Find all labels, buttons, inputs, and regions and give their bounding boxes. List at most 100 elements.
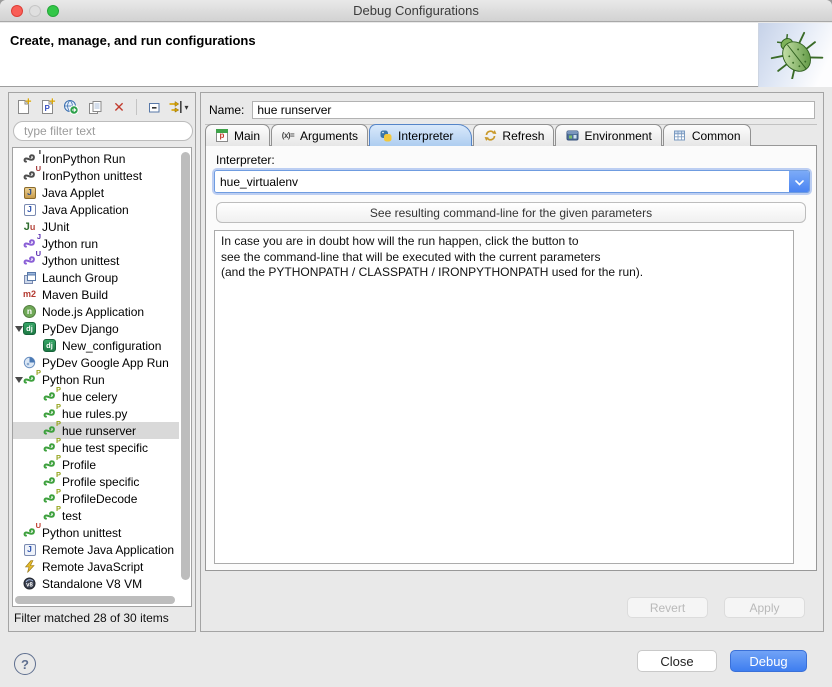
- toolbar-new-prototype-button[interactable]: P+: [37, 97, 57, 117]
- tree-item-label: test: [62, 509, 81, 523]
- revert-button[interactable]: Revert: [627, 597, 708, 618]
- tree-item-label: hue test specific: [62, 441, 148, 455]
- tree-item-label: IronPython Run: [42, 152, 125, 166]
- tree-item-remote-javascript[interactable]: Remote JavaScript: [13, 558, 179, 575]
- jython-run-icon: J: [22, 236, 37, 251]
- interpreter-combo-input[interactable]: [215, 171, 789, 192]
- tree-item-new-configuration[interactable]: djNew_configuration: [13, 337, 179, 354]
- tree-item-label: Profile: [62, 458, 96, 472]
- tree-item-profiledecode[interactable]: P ProfileDecode: [13, 490, 179, 507]
- tree-item-node-js-application[interactable]: nNode.js Application: [13, 303, 179, 320]
- arguments-tab-icon: (x)=: [281, 129, 295, 143]
- tree-item-pydev-django[interactable]: dj PyDev Django: [13, 320, 179, 337]
- python-run-icon: P: [42, 457, 57, 472]
- tree-item-hue-test-specific[interactable]: Phue test specific: [13, 439, 179, 456]
- tree-item-java-applet[interactable]: JJava Applet: [13, 184, 179, 201]
- tree-item-label: Java Application: [42, 203, 129, 217]
- toolbar-duplicate-button[interactable]: [85, 97, 105, 117]
- python-run-icon: P: [42, 406, 57, 421]
- tree-item-label: Profile specific: [62, 475, 139, 489]
- tree-item-python-run[interactable]: PPython Run: [13, 371, 179, 388]
- java-application-icon: J: [22, 202, 37, 217]
- collapse-all-icon: [147, 100, 162, 115]
- filter-configs-icon: [168, 100, 184, 114]
- tab-label: Arguments: [300, 129, 358, 143]
- tree-item-hue-celery[interactable]: Phue celery: [13, 388, 179, 405]
- name-input[interactable]: [252, 101, 815, 119]
- tree-item-label: hue runserver: [62, 424, 136, 438]
- toolbar-export-configs-button[interactable]: [61, 97, 81, 117]
- jython-unittest-icon: U: [22, 253, 37, 268]
- toolbar-filter-configs-button[interactable]: ▾: [168, 97, 188, 117]
- tree-item-profile-specific[interactable]: P Profile specific: [13, 473, 179, 490]
- python-run-icon: P: [42, 474, 57, 489]
- name-label: Name:: [209, 103, 244, 117]
- tab-common[interactable]: Common: [663, 124, 751, 146]
- tree-item-python-unittest[interactable]: UPython unittest: [13, 524, 179, 541]
- ironpython-run-icon: I: [22, 151, 37, 166]
- tree-item-remote-java-application[interactable]: JRemote Java Application: [13, 541, 179, 558]
- remote-js-icon: [22, 559, 37, 574]
- interpreter-combo-dropdown-button[interactable]: [789, 171, 809, 192]
- tree-item-launch-group[interactable]: Launch Group: [13, 269, 179, 286]
- tab-label: Interpreter: [398, 129, 453, 143]
- tree-item-label: ProfileDecode: [62, 492, 137, 506]
- tree-item-java-application[interactable]: J Java Application: [13, 201, 179, 218]
- common-tab-icon: [673, 129, 687, 143]
- config-tree-rows: IIronPython RunUIronPython unittestJJava…: [13, 150, 179, 593]
- tree-item-label: IronPython unittest: [42, 169, 142, 183]
- tree-item-label: PyDev Django: [42, 322, 119, 336]
- tree-item-ironpython-unittest[interactable]: U IronPython unittest: [13, 167, 179, 184]
- interpreter-tab-icon: [379, 129, 393, 143]
- tree-item-standalone-v8-vm[interactable]: v8 Standalone V8 VM: [13, 575, 179, 592]
- java-applet-icon: J: [22, 185, 37, 200]
- tab-main[interactable]: pMain: [205, 124, 270, 146]
- v8-icon: v8: [22, 576, 37, 591]
- dialog-button-bar: ? Close Debug: [0, 632, 832, 687]
- tab-environment[interactable]: Environment: [555, 124, 661, 146]
- svg-text:v8: v8: [26, 583, 33, 589]
- tab-label: Main: [234, 129, 260, 143]
- interpreter-info-text: In case you are in doubt how will the ru…: [214, 230, 794, 564]
- toolbar-delete-button[interactable]: ✕: [109, 97, 129, 117]
- tab-arguments[interactable]: (x)= Arguments: [271, 124, 368, 146]
- tree-item-label: hue celery: [62, 390, 117, 404]
- tree-item-hue-runserver[interactable]: Phue runserver: [13, 422, 179, 439]
- toolbar-new-config-button[interactable]: +: [13, 97, 33, 117]
- chevron-down-icon: [795, 174, 804, 189]
- tree-item-hue-rules-py[interactable]: Phue rules.py: [13, 405, 179, 422]
- help-button[interactable]: ?: [14, 653, 36, 675]
- duplicate-icon: [88, 100, 103, 115]
- python-run-icon: P: [42, 491, 57, 506]
- tab-refresh[interactable]: Refresh: [473, 124, 554, 146]
- dropdown-caret-icon: ▾: [185, 103, 189, 112]
- tree-item-profile[interactable]: P Profile: [13, 456, 179, 473]
- tree-item-label: Python Run: [42, 373, 105, 387]
- page-title: Create, manage, and run configurations: [10, 33, 256, 48]
- remote-java-icon: J: [22, 542, 37, 557]
- junit-icon: Ju: [22, 219, 37, 234]
- tree-item-label: Standalone V8 VM: [42, 577, 142, 591]
- interpreter-combo: [214, 170, 810, 193]
- config-toolbar: +P+ ✕ ▾: [13, 96, 188, 118]
- ironpython-unittest-icon: U: [22, 168, 37, 183]
- tree-item-label: Remote JavaScript: [42, 560, 143, 574]
- tab-interpreter[interactable]: Interpreter: [369, 124, 472, 146]
- bug-panel: [758, 23, 832, 87]
- python-run-icon: P: [42, 440, 57, 455]
- close-button[interactable]: Close: [637, 650, 717, 672]
- toolbar-collapse-all-button[interactable]: [144, 97, 164, 117]
- pydev-gae-icon: [22, 355, 37, 370]
- maven-icon: m2: [22, 287, 37, 302]
- tree-vertical-scrollbar[interactable]: [181, 152, 190, 580]
- filter-input[interactable]: [13, 121, 193, 141]
- pydev-django-icon: dj: [22, 321, 37, 336]
- see-command-line-button[interactable]: See resulting command-line for the given…: [216, 202, 806, 223]
- tree-item-jython-unittest[interactable]: UJython unittest: [13, 252, 179, 269]
- tree-horizontal-scrollbar[interactable]: [15, 596, 175, 604]
- apply-button[interactable]: Apply: [724, 597, 805, 618]
- config-detail-panel: Name: pMain (x)= Arguments Interpreter Refre…: [200, 92, 824, 632]
- environment-tab-icon: [565, 129, 579, 143]
- tree-item-maven-build[interactable]: m2Maven Build: [13, 286, 179, 303]
- debug-button[interactable]: Debug: [730, 650, 807, 672]
